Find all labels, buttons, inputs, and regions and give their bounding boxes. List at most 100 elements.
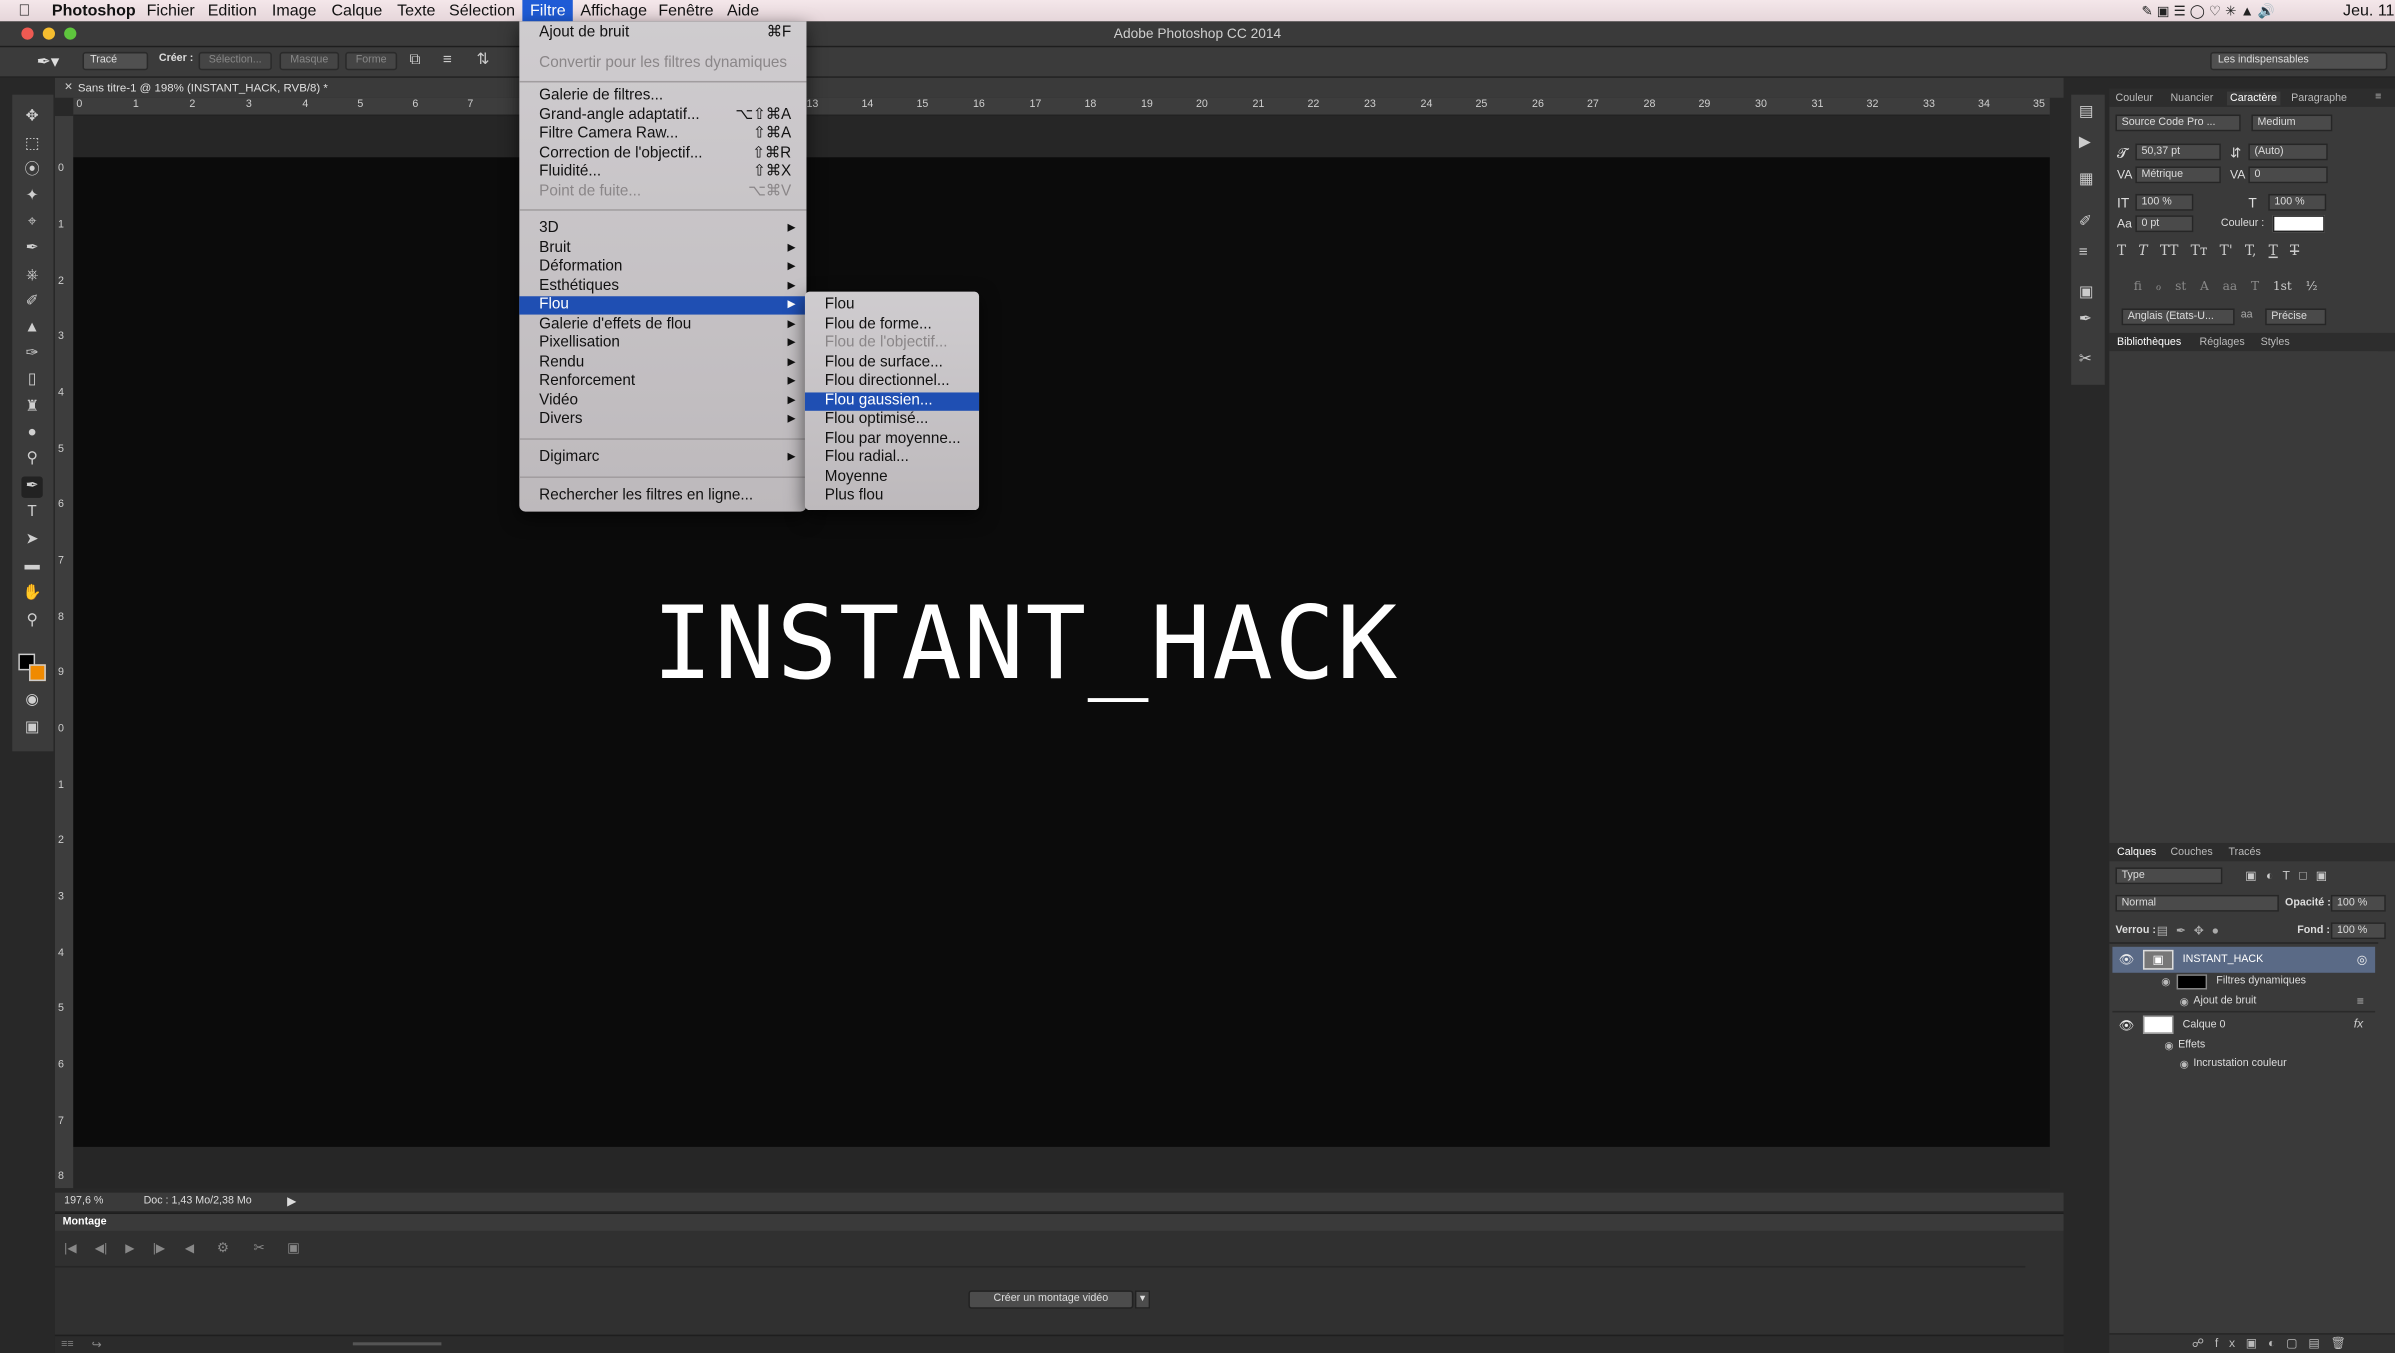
history-panel-icon[interactable]: ▤ bbox=[2079, 104, 2093, 121]
hand-tool-icon[interactable]: ✋ bbox=[21, 583, 42, 604]
all-caps-button[interactable]: TT bbox=[2160, 244, 2179, 262]
menu-image[interactable]: Image bbox=[272, 0, 317, 21]
menu-affichage[interactable]: Affichage bbox=[580, 0, 647, 21]
status-icons[interactable]: ✎ ▣ ☰ ◯ ♡ ✳ ▲ 🔊 bbox=[2141, 0, 2275, 21]
tab-traces[interactable]: Tracés bbox=[2229, 848, 2261, 859]
menu-texte[interactable]: Texte bbox=[397, 0, 435, 21]
horizontal-scale-field[interactable]: 100 % bbox=[2268, 193, 2327, 211]
crop-tool-icon[interactable]: ⌖ bbox=[21, 212, 42, 233]
menu-item-convertir-filtres-dynamiques[interactable]: Convertir pour les filtres dynamiques bbox=[519, 55, 806, 74]
audio-icon[interactable]: ◀ bbox=[185, 1242, 194, 1256]
menu-filtre[interactable]: Filtre bbox=[522, 0, 574, 22]
visibility-eye-icon[interactable]: 👁 bbox=[2119, 1019, 2135, 1033]
font-family-select[interactable]: Source Code Pro ... bbox=[2115, 114, 2241, 132]
tab-nuancier[interactable]: Nuancier bbox=[2170, 93, 2213, 104]
menu-item-divers[interactable]: Divers ▶ bbox=[519, 411, 806, 430]
submenu-item-plus-flou[interactable]: Plus flou bbox=[805, 487, 979, 506]
next-frame-icon[interactable]: |▶ bbox=[153, 1242, 166, 1256]
menu-fichier[interactable]: Fichier bbox=[147, 0, 195, 21]
pen-tool-icon[interactable]: ✒ bbox=[21, 476, 43, 498]
mask-button[interactable]: Masque bbox=[279, 51, 340, 71]
visibility-eye-icon[interactable]: 👁 bbox=[2119, 953, 2135, 967]
underline-button[interactable]: T bbox=[2269, 244, 2278, 262]
layers-footer-icons[interactable]: ☍fx▣◐▢▤🗑 bbox=[2192, 1336, 2357, 1350]
submenu-item-flou-par-moyenne[interactable]: Flou par moyenne... bbox=[805, 430, 979, 449]
submenu-item-flou-optimise[interactable]: Flou optimisé... bbox=[805, 411, 979, 430]
submenu-item-flou-objectif[interactable]: Flou de l'objectif... bbox=[805, 334, 979, 353]
menu-app[interactable]: Photoshop bbox=[52, 0, 136, 21]
fractions-button[interactable]: ½ bbox=[2306, 279, 2318, 297]
minimize-window-button[interactable] bbox=[42, 27, 55, 40]
effect-incrustation-couleur[interactable]: ◉ Incrustation couleur bbox=[2112, 1055, 2375, 1073]
timeline-zoom-slider[interactable] bbox=[352, 1342, 442, 1346]
mode-select[interactable]: Tracé bbox=[82, 51, 149, 71]
go-to-first-frame-icon[interactable]: |◀ bbox=[64, 1242, 77, 1256]
titling-alternates-button[interactable]: aa bbox=[2223, 279, 2238, 297]
zoom-tool-icon[interactable]: ⚲ bbox=[21, 611, 42, 632]
healing-brush-tool-icon[interactable]: ⎈ bbox=[21, 266, 42, 287]
filter-ajout-de-bruit[interactable]: ◉ Ajout de bruit ≡ bbox=[2112, 993, 2375, 1011]
vertical-scale-field[interactable]: 100 % bbox=[2135, 193, 2194, 211]
create-video-timeline-button[interactable]: Créer un montage vidéo bbox=[968, 1290, 1134, 1309]
path-alignment-icon[interactable]: ≡ bbox=[443, 52, 452, 69]
tab-reglages[interactable]: Réglages bbox=[2199, 337, 2244, 348]
type-tool-icon[interactable]: T bbox=[21, 502, 42, 523]
previous-frame-icon[interactable]: ◀| bbox=[95, 1242, 108, 1256]
superscript-button[interactable]: T' bbox=[2220, 244, 2233, 262]
adjustments-panel-icon[interactable]: ▦ bbox=[2079, 171, 2093, 188]
marquee-tool-icon[interactable]: ⬚ bbox=[21, 134, 42, 155]
properties-panel-icon[interactable]: ≡ bbox=[2079, 244, 2088, 261]
menu-item-digimarc[interactable]: Digimarc ▶ bbox=[519, 449, 806, 468]
paint-bucket-tool-icon[interactable]: ♜ bbox=[21, 397, 42, 418]
submenu-item-flou-de-surface[interactable]: Flou de surface... bbox=[805, 354, 979, 373]
blend-mode-select[interactable]: Normal bbox=[2115, 894, 2279, 912]
tab-couleur[interactable]: Couleur bbox=[2115, 93, 2152, 104]
tracking-field[interactable]: 0 bbox=[2248, 166, 2328, 184]
submenu-item-flou-de-forme[interactable]: Flou de forme... bbox=[805, 315, 979, 334]
selection-button[interactable]: Sélection... bbox=[198, 51, 272, 71]
submenu-item-flou-radial[interactable]: Flou radial... bbox=[805, 449, 979, 468]
magic-wand-tool-icon[interactable]: ✦ bbox=[21, 186, 42, 207]
menu-item-grand-angle[interactable]: Grand-angle adaptatif... ⌥⇧⌘A bbox=[519, 106, 806, 125]
tab-paragraphe[interactable]: Paragraphe bbox=[2291, 93, 2347, 104]
clone-source-panel-icon[interactable]: ▣ bbox=[2079, 284, 2093, 301]
transition-icon[interactable]: ▣ bbox=[287, 1240, 300, 1257]
submenu-item-flou[interactable]: Flou bbox=[805, 296, 979, 315]
ordinals-button[interactable]: 1st bbox=[2273, 279, 2292, 297]
shape-button[interactable]: Forme bbox=[345, 51, 398, 71]
settings-icon[interactable]: ⚙ bbox=[217, 1240, 229, 1257]
fx-icon[interactable]: fx bbox=[2354, 1017, 2364, 1031]
menu-item-deformation[interactable]: Déformation ▶ bbox=[519, 258, 806, 277]
font-style-select[interactable]: Medium bbox=[2251, 114, 2333, 132]
zoom-level[interactable]: 197,6 % bbox=[64, 1196, 103, 1207]
visibility-eye-icon[interactable]: ◉ bbox=[2164, 1040, 2173, 1052]
rectangle-tool-icon[interactable]: ▬ bbox=[21, 556, 42, 577]
tab-bibliotheques[interactable]: Bibliothèques bbox=[2117, 337, 2181, 348]
tab-caractere[interactable]: Caractère bbox=[2226, 91, 2281, 106]
canvas-text-layer[interactable]: INSTANT_HACK bbox=[652, 585, 1399, 703]
screen-mode-icon[interactable]: ▣ bbox=[21, 718, 42, 739]
menu-item-flou[interactable]: Flou ▶ bbox=[519, 296, 807, 316]
effects-row[interactable]: ◉ Effets bbox=[2112, 1037, 2375, 1055]
split-clip-icon[interactable]: ✂ bbox=[254, 1240, 266, 1257]
old-style-button[interactable]: ℴ bbox=[2156, 279, 2162, 297]
small-caps-button[interactable]: Tт bbox=[2191, 244, 2208, 262]
clock[interactable]: Jeu. 11 bbox=[2343, 0, 2394, 21]
blur-tool-icon[interactable]: ● bbox=[21, 423, 42, 444]
brush-tool-icon[interactable]: ✐ bbox=[21, 292, 42, 313]
render-frames-icon[interactable]: ≡≡ bbox=[61, 1339, 73, 1350]
play-icon[interactable]: ▶ bbox=[125, 1242, 134, 1256]
submenu-item-flou-directionnel[interactable]: Flou directionnel... bbox=[805, 373, 979, 392]
document-tab[interactable]: ✕ Sans titre-1 @ 198% (INSTANT_HACK, RVB… bbox=[54, 77, 2064, 98]
text-color-swatch[interactable] bbox=[2272, 215, 2325, 233]
leading-field[interactable]: (Auto) bbox=[2248, 143, 2328, 161]
quick-mask-icon[interactable]: ◉ bbox=[21, 690, 42, 711]
apple-icon[interactable]:  bbox=[18, 0, 30, 21]
menu-item-galerie-effets-flou[interactable]: Galerie d'effets de flou ▶ bbox=[519, 315, 806, 334]
tab-calques[interactable]: Calques bbox=[2117, 848, 2156, 859]
actions-panel-icon[interactable]: ▶ bbox=[2079, 134, 2091, 151]
antialias-select[interactable]: Précise bbox=[2265, 308, 2327, 326]
lock-icons[interactable]: ▤✒✥● bbox=[2157, 924, 2227, 938]
menu-item-bruit[interactable]: Bruit ▶ bbox=[519, 239, 806, 258]
path-operations-icon[interactable]: ⧉ bbox=[409, 52, 420, 69]
